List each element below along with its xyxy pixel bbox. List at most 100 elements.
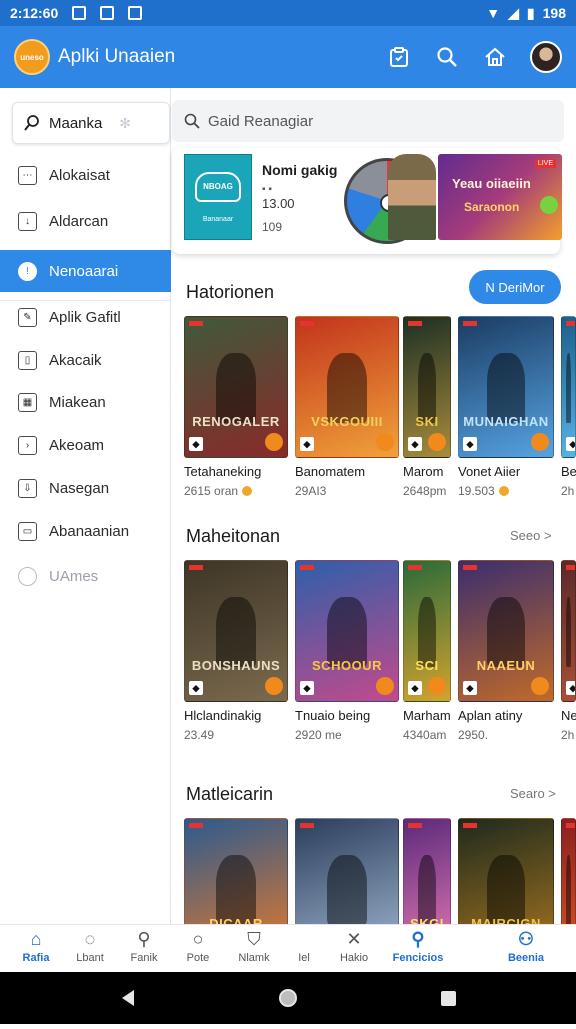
publisher-logo-icon: ◆ bbox=[300, 437, 314, 451]
card-tag bbox=[463, 823, 477, 828]
sd-card-icon bbox=[128, 6, 143, 20]
game-meta-text: 4340am bbox=[403, 728, 447, 742]
see-more-link[interactable]: Searo > bbox=[510, 786, 556, 801]
gear-icon: ✻ bbox=[119, 114, 131, 131]
card-tag bbox=[566, 321, 575, 326]
featured-card[interactable]: NBOAG Bananaar Nomi gakig ▪ ▪ 13.00 109 … bbox=[172, 148, 562, 254]
game-name[interactable]: Tetahaneking bbox=[184, 464, 261, 479]
game-card[interactable]: SCHOOUR ◆ bbox=[295, 560, 399, 702]
nav-item[interactable]: ⚲ Fencicios bbox=[390, 929, 446, 969]
system-navigation-bar bbox=[0, 972, 576, 1024]
sidebar-item-label: Alokaisat bbox=[49, 166, 110, 184]
game-name[interactable]: Ne bbox=[561, 708, 576, 723]
avatar[interactable] bbox=[530, 41, 562, 73]
nav-item[interactable]: ✕ Hakio bbox=[326, 929, 382, 969]
home-button-icon[interactable] bbox=[279, 989, 297, 1007]
nav-item[interactable]: Iel bbox=[276, 929, 332, 969]
sidebar-item-alokaisat[interactable]: ⋯ Alokaisat bbox=[0, 154, 171, 196]
sidebar-search[interactable]: Maanka ✻ bbox=[12, 102, 170, 144]
game-name[interactable]: Hlclandinakig bbox=[184, 708, 261, 723]
game-meta-text: 2920 me bbox=[295, 728, 342, 742]
game-card[interactable]: SCI ◆ bbox=[403, 560, 451, 702]
live-tag: LIVE bbox=[534, 159, 556, 168]
game-name[interactable]: Vonet Aiier bbox=[458, 464, 520, 479]
nav-item[interactable]: ◌ Lbant bbox=[62, 929, 118, 969]
game-card[interactable]: NAAEUN ◆ bbox=[458, 560, 554, 702]
nav-item[interactable]: ⚲ Fanik bbox=[116, 929, 172, 969]
app-logo[interactable]: uneso bbox=[14, 39, 50, 75]
nav-label: Fencicios bbox=[392, 952, 444, 964]
card-tag bbox=[408, 321, 422, 326]
section-action-button[interactable]: N DeriMor bbox=[469, 270, 561, 304]
game-card[interactable]: ◆ bbox=[561, 560, 576, 702]
card-character-image bbox=[326, 597, 368, 668]
clipboard-icon[interactable] bbox=[386, 44, 412, 70]
section-title: Maheitonan bbox=[186, 526, 281, 546]
game-name[interactable]: Aplan atiny bbox=[458, 708, 522, 723]
card-character-image bbox=[487, 855, 525, 926]
nav-label: Beenia bbox=[507, 952, 545, 964]
publisher-logo-icon: ◆ bbox=[463, 437, 477, 451]
game-name[interactable]: Be bbox=[561, 464, 576, 479]
game-meta: 2648pm bbox=[403, 484, 446, 498]
publisher-logo-icon: ◆ bbox=[408, 681, 422, 695]
sidebar-item-akacaik[interactable]: ▯ Akacaik bbox=[0, 339, 171, 381]
sidebar-item-aldarcan[interactable]: ↓ Aldarcan bbox=[0, 200, 171, 242]
game-card[interactable]: VSKGOUIII ◆ bbox=[295, 316, 399, 458]
chat-bubble-icon: ◌ bbox=[84, 928, 96, 949]
nav-item[interactable]: ⌂ Rafia bbox=[8, 929, 64, 969]
main-search-placeholder: Gaid Reanagiar bbox=[208, 112, 314, 130]
sidebar-item-nenoaarai[interactable]: ! Nenoaarai bbox=[0, 250, 171, 292]
card-character-image bbox=[326, 353, 368, 424]
recents-icon[interactable] bbox=[441, 991, 456, 1006]
game-card[interactable]: ◆ bbox=[561, 316, 576, 458]
nav-label: Nlamk bbox=[238, 952, 270, 964]
rating-badge-icon bbox=[376, 433, 394, 451]
sidebar-item-miakean[interactable]: ▦ Miakean bbox=[0, 381, 171, 423]
card-character-image bbox=[565, 597, 572, 668]
folder-icon: › bbox=[18, 435, 37, 455]
game-meta: 19.503 bbox=[458, 484, 509, 498]
rating-badge-icon bbox=[531, 433, 549, 451]
home-icon[interactable] bbox=[482, 44, 508, 70]
game-name[interactable]: Banomatem bbox=[295, 464, 365, 479]
card-character-image bbox=[417, 597, 437, 668]
publisher-logo-icon: ◆ bbox=[189, 437, 203, 451]
game-card[interactable]: BONSHAUNS ◆ bbox=[184, 560, 288, 702]
game-name[interactable]: Marham bbox=[403, 708, 451, 723]
sidebar-item-nasegan[interactable]: ⇩ Nasegan bbox=[0, 467, 171, 509]
section-title: Matleicarin bbox=[186, 784, 274, 804]
app-title: Aplki Unaaien bbox=[58, 46, 176, 67]
sidebar-item-uames[interactable]: UAmes bbox=[0, 555, 171, 597]
sidebar-item-akeoam[interactable]: › Akeoam bbox=[0, 424, 171, 466]
sidebar-item-abanaanian[interactable]: ▭ Abanaanian bbox=[0, 510, 171, 552]
main-search-input[interactable]: Gaid Reanagiar bbox=[172, 100, 564, 142]
game-meta-text: 2648pm bbox=[403, 484, 447, 498]
nav-item[interactable]: ○ Pote bbox=[170, 929, 226, 969]
sidebar-item-label: Aplik Gafitl bbox=[49, 308, 121, 326]
game-card[interactable]: SKI ◆ bbox=[403, 316, 451, 458]
game-card[interactable]: RENOGALER ◆ bbox=[184, 316, 288, 458]
search-icon[interactable] bbox=[434, 44, 460, 70]
game-name[interactable]: Tnuaio being bbox=[295, 708, 370, 723]
sidebar-item-aplik-gafitl[interactable]: ✎ Aplik Gafitl bbox=[0, 296, 171, 338]
card-tag bbox=[300, 565, 314, 570]
back-icon[interactable] bbox=[122, 990, 134, 1006]
game-meta-text: 2h bbox=[561, 728, 575, 742]
coin-icon bbox=[498, 486, 509, 496]
nav-item[interactable]: ⛉ Nlamk bbox=[226, 929, 282, 969]
game-card[interactable]: MUNAIGHAN ◆ bbox=[458, 316, 554, 458]
featured-banner[interactable]: LIVE Yeau oiiaeiin Saraonon bbox=[438, 154, 562, 240]
featured-count: 109 bbox=[262, 220, 283, 234]
nav-item[interactable]: ⚇ Beenia bbox=[498, 929, 554, 969]
featured-thumbnail[interactable]: NBOAG Bananaar bbox=[184, 154, 252, 240]
nav-label: Iel bbox=[298, 952, 310, 964]
banner-line2: Saraonon bbox=[464, 200, 520, 214]
nav-label: Hakio bbox=[339, 952, 369, 964]
card-tag bbox=[463, 321, 477, 326]
see-more-link[interactable]: Seeo > bbox=[510, 528, 552, 543]
game-name[interactable]: Marom bbox=[403, 464, 443, 479]
card-tag bbox=[408, 565, 422, 570]
card-tag bbox=[300, 321, 314, 326]
featured-thumb-sub: Bananaar bbox=[202, 215, 234, 223]
